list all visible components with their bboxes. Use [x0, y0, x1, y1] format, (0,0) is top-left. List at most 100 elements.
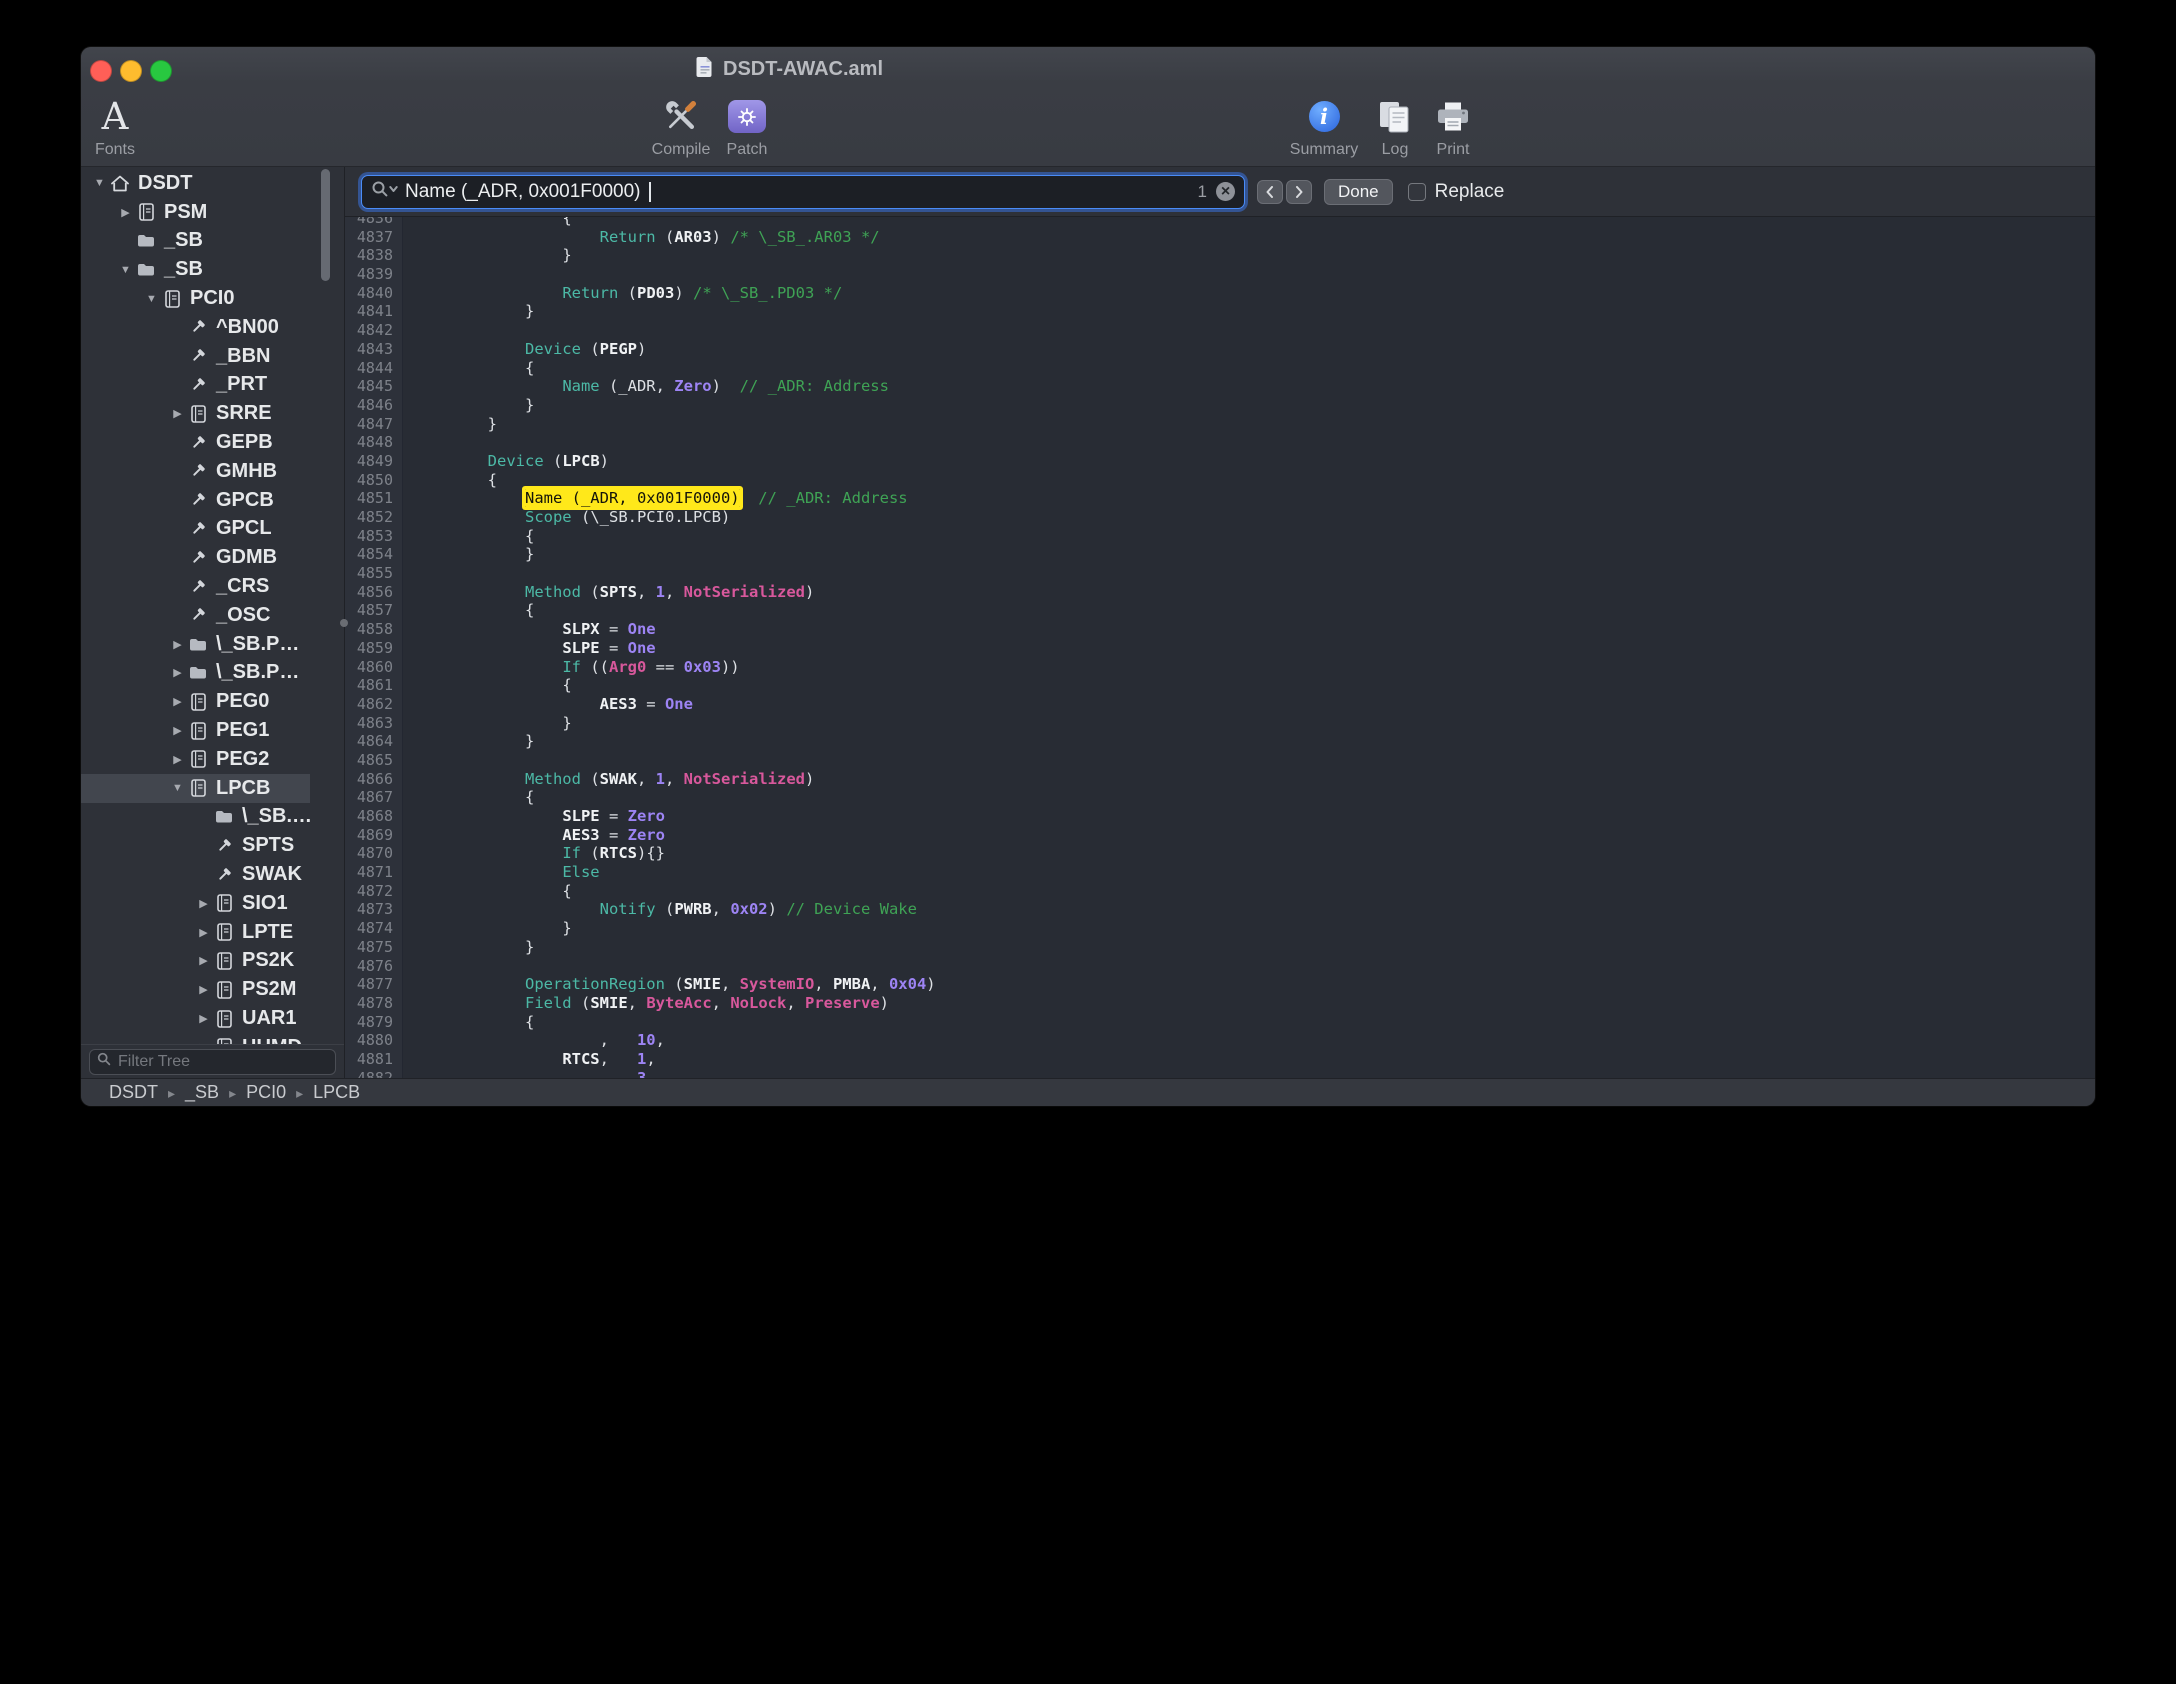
tree-item-29-uar1[interactable]: UAR1 [81, 1004, 310, 1033]
zoom-button[interactable] [150, 60, 172, 82]
code-line: Scope (\_SB.PCI0.LPCB) [413, 508, 2095, 527]
breadcrumb-item[interactable]: _SB [158, 1082, 219, 1103]
document-icon [160, 290, 184, 308]
disclosure-triangle-icon[interactable] [169, 724, 186, 737]
tree-item-label: SWAK [242, 863, 302, 886]
tree-item-25-sio1[interactable]: SIO1 [81, 889, 310, 918]
disclosure-triangle-icon[interactable] [169, 638, 186, 651]
disclosure-triangle-icon[interactable] [169, 782, 186, 794]
tree-item-26-lpte[interactable]: LPTE [81, 918, 310, 947]
find-previous-button[interactable] [1257, 180, 1283, 204]
code-line: AES3 = One [413, 695, 2095, 714]
tree-item-1-psm[interactable]: PSM [81, 198, 310, 227]
tree-item-8-srre[interactable]: SRRE [81, 399, 310, 428]
tree-item-15-osc[interactable]: _OSC [81, 601, 310, 630]
tree-item-label: PCI0 [190, 287, 234, 310]
line-number: 4846 [345, 396, 393, 415]
find-next-button[interactable] [1286, 180, 1312, 204]
disclosure-triangle-icon[interactable] [169, 753, 186, 766]
text-caret [649, 182, 651, 202]
sidebar-scrollbar[interactable] [321, 169, 330, 281]
disclosure-triangle-icon[interactable] [117, 206, 134, 219]
breadcrumb-item[interactable]: PCI0 [219, 1082, 286, 1103]
document-icon [212, 894, 236, 912]
code-line: { [413, 882, 2095, 901]
document-icon [186, 722, 210, 740]
tree-item-23-spts[interactable]: SPTS [81, 831, 310, 860]
tree-item-label: LPCB [216, 777, 270, 800]
tree-item-10-gmhb[interactable]: GMHB [81, 457, 310, 486]
line-number-gutter: 4836483748384839484048414842484348444845… [345, 217, 403, 1078]
breadcrumb-item[interactable]: DSDT [109, 1082, 158, 1103]
code-line: } [413, 415, 2095, 434]
done-button[interactable]: Done [1324, 179, 1393, 205]
tree-item-11-gpcb[interactable]: GPCB [81, 486, 310, 515]
minimize-button[interactable] [120, 60, 142, 82]
disclosure-triangle-icon[interactable] [195, 983, 212, 996]
tree-item-12-gpcl[interactable]: GPCL [81, 515, 310, 544]
tree-item-19-peg1[interactable]: PEG1 [81, 716, 310, 745]
document-proxy-icon[interactable] [696, 56, 714, 83]
line-number: 4837 [345, 228, 393, 247]
line-number: 4870 [345, 844, 393, 863]
tree-item-20-peg2[interactable]: PEG2 [81, 745, 310, 774]
filter-tree-input[interactable] [116, 1052, 328, 1072]
line-number: 4867 [345, 788, 393, 807]
disclosure-triangle-icon[interactable] [195, 1012, 212, 1025]
patch-toolbar-button[interactable]: Patch [702, 93, 792, 159]
tree-item-28-ps2m[interactable]: PS2M [81, 975, 310, 1004]
window-title-group: DSDT-AWAC.aml [696, 56, 883, 82]
gutter-lines: 4836483748384839484048414842484348444845… [345, 217, 402, 1078]
replace-checkbox[interactable] [1408, 183, 1426, 201]
tree-item-18-peg0[interactable]: PEG0 [81, 687, 310, 716]
code-line: } [413, 732, 2095, 751]
disclosure-triangle-icon[interactable] [117, 264, 134, 276]
disclosure-triangle-icon[interactable] [143, 293, 160, 305]
print-toolbar-button[interactable]: Print [1408, 93, 1498, 159]
tree-item-7-prt[interactable]: _PRT [81, 371, 310, 400]
search-icon [97, 1052, 111, 1071]
tree-item-3-sb[interactable]: _SB [81, 255, 310, 284]
line-number: 4872 [345, 882, 393, 901]
close-button[interactable] [90, 60, 112, 82]
code-area: { Return (AR03) /* \_SB_.AR03 */ } Retur… [403, 217, 2095, 1078]
tree-item-13-gdmb[interactable]: GDMB [81, 543, 310, 572]
disclosure-triangle-icon[interactable] [91, 177, 108, 189]
breadcrumb-item[interactable]: LPCB [286, 1082, 360, 1103]
document-icon [212, 923, 236, 941]
tree-item-22-sb[interactable]: \_SB.… [81, 803, 310, 832]
tree-item-6-bbn[interactable]: _BBN [81, 342, 310, 371]
line-number: 4873 [345, 900, 393, 919]
tree-item-0-dsdt[interactable]: DSDT [81, 169, 310, 198]
fonts-toolbar-button[interactable]: A Fonts [81, 93, 160, 159]
code-line [413, 957, 2095, 976]
tree-item-27-ps2k[interactable]: PS2K [81, 947, 310, 976]
disclosure-triangle-icon[interactable] [169, 666, 186, 679]
code-editor[interactable]: 4836483748384839484048414842484348444845… [345, 217, 2095, 1078]
filter-tree-field[interactable] [89, 1049, 336, 1075]
tree-item-17-sbp[interactable]: \_SB.P… [81, 659, 310, 688]
splitter-handle[interactable] [340, 619, 348, 627]
tree-item-21-lpcb[interactable]: LPCB [81, 774, 310, 803]
document-icon [212, 1010, 236, 1028]
tree-item-5-bn00[interactable]: ^BN00 [81, 313, 310, 342]
titlebar: DSDT-AWAC.aml A Fonts Compile [81, 47, 2095, 167]
tree-item-14-crs[interactable]: _CRS [81, 572, 310, 601]
disclosure-triangle-icon[interactable] [195, 954, 212, 967]
disclosure-triangle-icon[interactable] [195, 926, 212, 939]
tree-item-16-sbp[interactable]: \_SB.P… [81, 630, 310, 659]
clear-search-icon[interactable] [1216, 182, 1235, 201]
tree-item-2-sb[interactable]: _SB [81, 227, 310, 256]
tree-item-9-gepb[interactable]: GEPB [81, 428, 310, 457]
tree-item-24-swak[interactable]: SWAK [81, 860, 310, 889]
line-number: 4839 [345, 265, 393, 284]
search-input[interactable]: Name (_ADR, 0x001F0000) 1 [361, 175, 1245, 209]
search-menu-icon[interactable] [371, 180, 398, 203]
disclosure-triangle-icon[interactable] [195, 897, 212, 910]
tree-item-4-pci0[interactable]: PCI0 [81, 284, 310, 313]
line-number: 4880 [345, 1031, 393, 1050]
disclosure-triangle-icon[interactable] [169, 407, 186, 420]
tree-item-30-humd[interactable]: HUMD [81, 1033, 310, 1044]
code-line: { [413, 1013, 2095, 1032]
disclosure-triangle-icon[interactable] [169, 695, 186, 708]
